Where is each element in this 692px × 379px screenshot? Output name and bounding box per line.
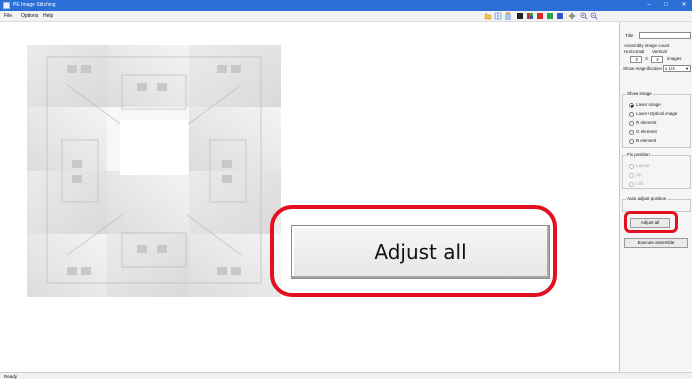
radio-g-element[interactable] xyxy=(629,130,634,135)
horizontal-count-input[interactable]: 3 xyxy=(630,56,642,63)
maximize-button[interactable]: □ xyxy=(661,1,671,10)
magnification-select[interactable]: x 1/4 ▼ xyxy=(663,65,691,72)
status-bar: Ready xyxy=(0,372,692,379)
zoom-in-icon[interactable] xyxy=(580,12,588,20)
radio-g-element-label: G element xyxy=(636,129,657,134)
menu-bar: File Options Help xyxy=(0,11,692,22)
fix-position-title: Fix position xyxy=(626,152,651,158)
radio-layout-label: Layout xyxy=(636,163,650,168)
chevron-down-icon: ▼ xyxy=(685,66,689,71)
radio-laser-optical-label: Laser+Optical image xyxy=(636,111,678,116)
color-mixed-icon[interactable] xyxy=(526,12,534,20)
title-input[interactable] xyxy=(639,32,691,39)
grid-icon[interactable] xyxy=(494,12,502,20)
magnification-value: x 1/4 xyxy=(665,66,675,71)
zoom-out-icon[interactable] xyxy=(590,12,598,20)
layers-icon[interactable] xyxy=(504,12,512,20)
radio-layout[interactable] xyxy=(629,164,634,169)
stitched-image[interactable] xyxy=(27,45,281,297)
cross-icon[interactable] xyxy=(568,12,576,20)
radio-up[interactable] xyxy=(629,173,634,178)
vertical-label: Vertical xyxy=(652,49,667,54)
menu-help[interactable]: Help xyxy=(43,13,53,20)
minimize-button[interactable]: – xyxy=(644,1,654,10)
radio-r-element[interactable] xyxy=(629,121,634,126)
app-icon xyxy=(3,2,10,9)
execute-assemble-button[interactable]: Execute assemble xyxy=(624,238,688,248)
close-button[interactable]: ✕ xyxy=(679,1,689,10)
menu-options[interactable]: Options xyxy=(21,13,38,20)
times-label: X xyxy=(645,56,649,61)
adjust-all-highlight xyxy=(624,211,678,233)
radio-b-element[interactable] xyxy=(629,139,634,144)
horizontal-label: Horizontal xyxy=(624,49,645,54)
vertical-count-input[interactable]: 4 xyxy=(651,56,663,63)
control-panel: Title Assembly image count Horizontal Ve… xyxy=(620,22,692,372)
open-icon[interactable] xyxy=(484,12,492,20)
radio-left[interactable] xyxy=(629,182,634,187)
title-label: Title xyxy=(625,33,634,38)
adjust-all-button-magnified[interactable]: Adjust all xyxy=(291,225,550,279)
color-black-icon[interactable] xyxy=(516,12,524,20)
radio-b-element-label: B element xyxy=(636,138,657,143)
window-title: PE Image Stitching xyxy=(13,2,56,8)
color-blue-icon[interactable] xyxy=(556,12,564,20)
radio-up-label: Up xyxy=(636,172,642,177)
radio-left-label: Left xyxy=(636,181,644,186)
radio-r-element-label: R element xyxy=(636,120,657,125)
magnification-label: Show magnification xyxy=(623,66,663,71)
status-text: Ready xyxy=(4,374,18,379)
title-bar: PE Image Stitching – □ ✕ xyxy=(0,0,692,11)
images-label: images xyxy=(667,56,682,61)
color-red-icon[interactable] xyxy=(536,12,544,20)
radio-laser-image-label: Laser image xyxy=(636,102,661,107)
menu-file[interactable]: File xyxy=(4,13,12,20)
radio-laser-image[interactable] xyxy=(629,103,634,108)
show-image-title: Show image xyxy=(626,91,653,97)
auto-adjust-title: Auto adjust position xyxy=(626,196,668,202)
radio-laser-optical[interactable] xyxy=(629,112,634,117)
color-green-icon[interactable] xyxy=(546,12,554,20)
